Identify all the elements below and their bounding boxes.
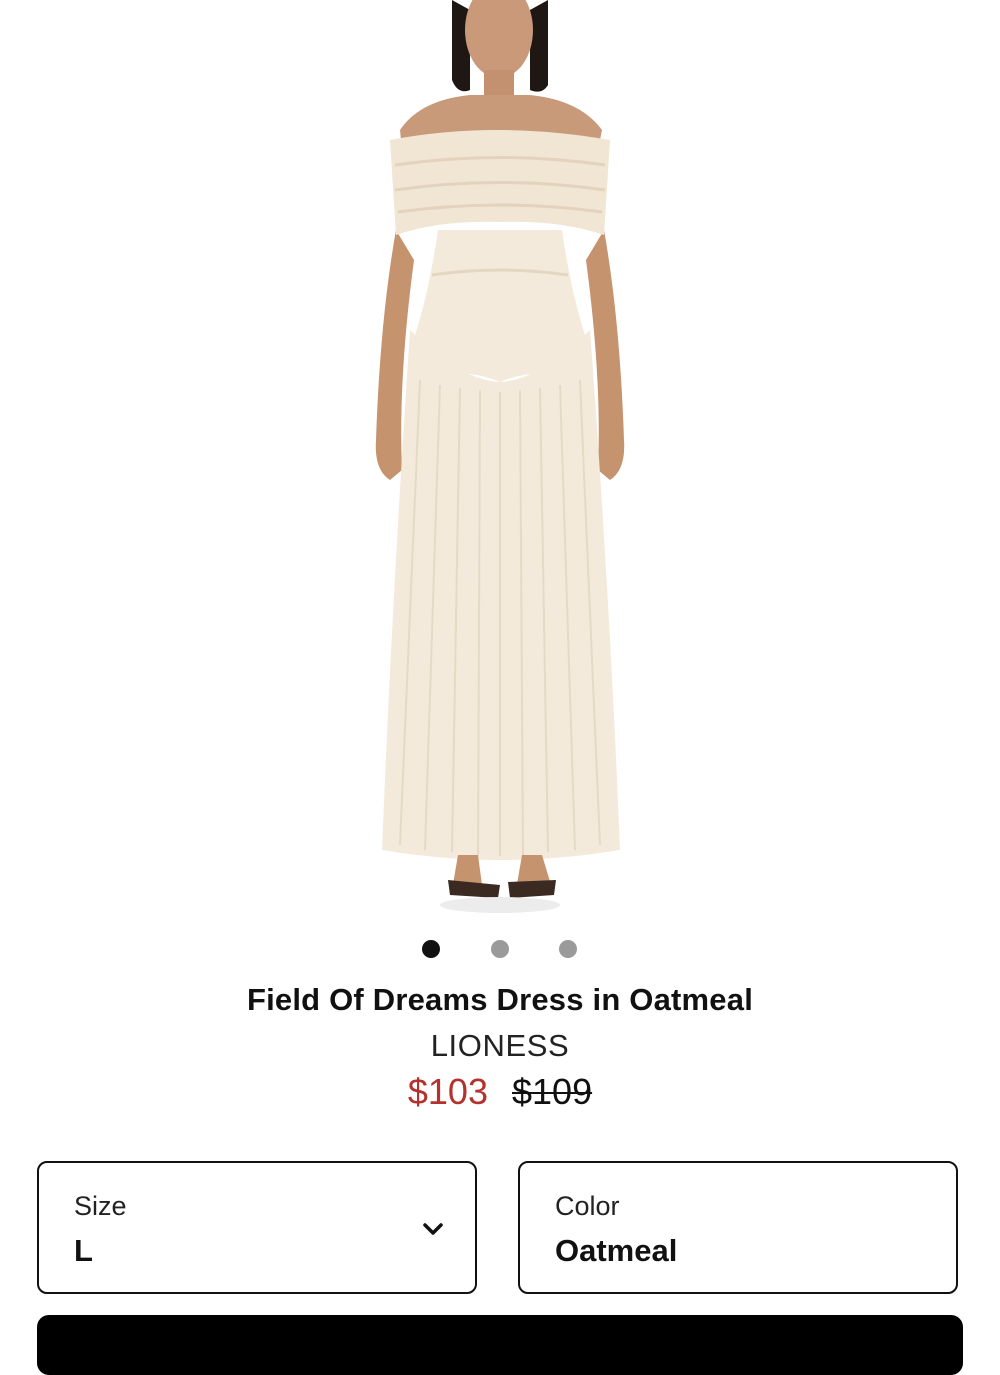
product-image[interactable]: [0, 0, 1000, 930]
original-price: $109: [512, 1071, 593, 1112]
carousel-dot-2[interactable]: [491, 940, 509, 958]
color-selector[interactable]: Color Oatmeal: [518, 1161, 958, 1294]
price-row: $103 $109: [0, 1071, 1000, 1113]
size-selector[interactable]: Size L: [37, 1161, 477, 1294]
sale-price: $103: [407, 1071, 488, 1112]
add-to-bag-button[interactable]: [37, 1315, 963, 1375]
model-photo: [375, 0, 625, 913]
color-value: Oatmeal: [555, 1233, 678, 1268]
size-label: Size: [74, 1191, 127, 1221]
color-label: Color: [555, 1191, 620, 1221]
chevron-down-icon: [423, 1223, 443, 1235]
product-title: Field Of Dreams Dress in Oatmeal: [246, 982, 754, 1017]
brand-name[interactable]: LIONESS: [0, 1028, 1000, 1064]
size-value: L: [74, 1233, 93, 1268]
carousel-dot-3[interactable]: [559, 940, 577, 958]
carousel-dots: [0, 940, 1000, 958]
carousel-dot-1[interactable]: [422, 940, 440, 958]
